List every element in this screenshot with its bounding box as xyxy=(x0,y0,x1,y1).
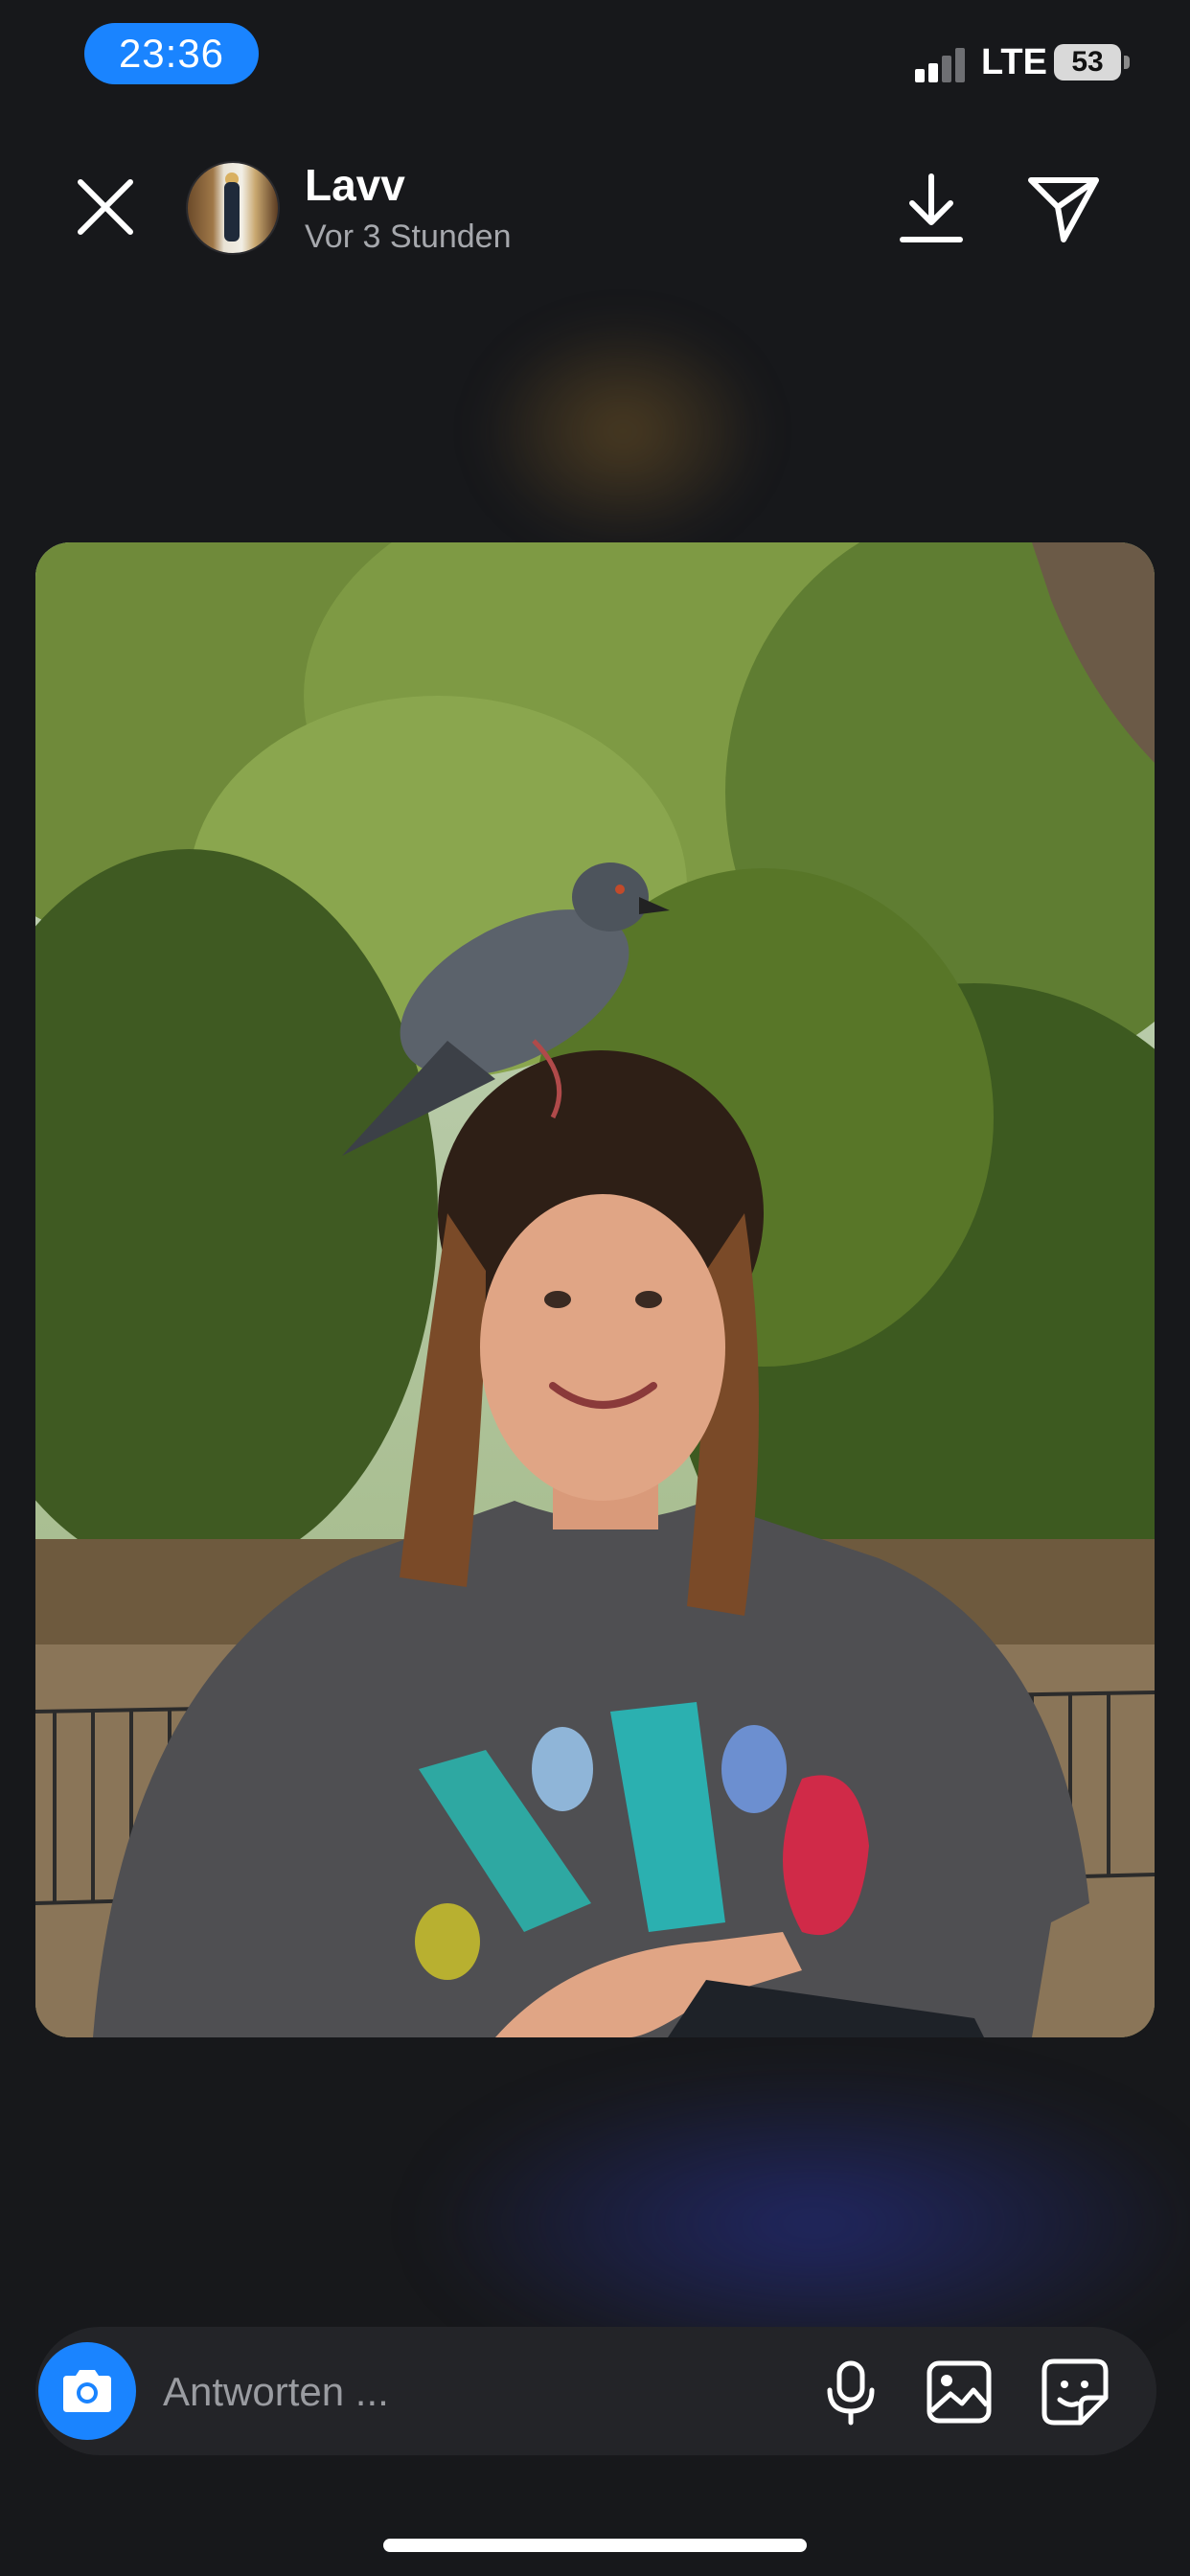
battery-nub xyxy=(1124,56,1130,69)
send-button[interactable] xyxy=(1025,172,1102,245)
close-button[interactable] xyxy=(69,171,142,243)
avatar[interactable] xyxy=(186,161,280,255)
avatar-figure-body xyxy=(224,182,240,242)
mic-button[interactable] xyxy=(822,2359,880,2426)
send-icon xyxy=(1028,177,1099,242)
user-name[interactable]: Lavv xyxy=(305,159,405,211)
gallery-icon xyxy=(927,2360,992,2424)
download-button[interactable] xyxy=(897,171,966,247)
reply-input[interactable] xyxy=(161,2358,778,2426)
battery-icon: 53 xyxy=(1054,44,1121,80)
status-time: 23:36 xyxy=(84,23,259,84)
post-time: Vor 3 Stunden xyxy=(305,218,512,255)
camera-icon xyxy=(63,2370,111,2412)
cellular-signal-icon xyxy=(915,44,969,82)
story-photo[interactable] xyxy=(35,542,1155,2037)
camera-button[interactable] xyxy=(38,2342,136,2440)
mic-icon xyxy=(827,2360,875,2426)
status-bar: 23:36 LTE 53 xyxy=(0,0,1190,115)
sticker-icon xyxy=(1041,2358,1109,2426)
story-photo-illustration xyxy=(35,542,1155,2037)
gallery-button[interactable] xyxy=(926,2359,993,2425)
home-indicator[interactable] xyxy=(383,2539,807,2552)
download-icon xyxy=(900,173,963,242)
close-icon xyxy=(78,179,133,235)
background-glow-amber xyxy=(479,316,767,546)
network-type: LTE xyxy=(981,42,1047,82)
sticker-button[interactable] xyxy=(1041,2358,1110,2426)
